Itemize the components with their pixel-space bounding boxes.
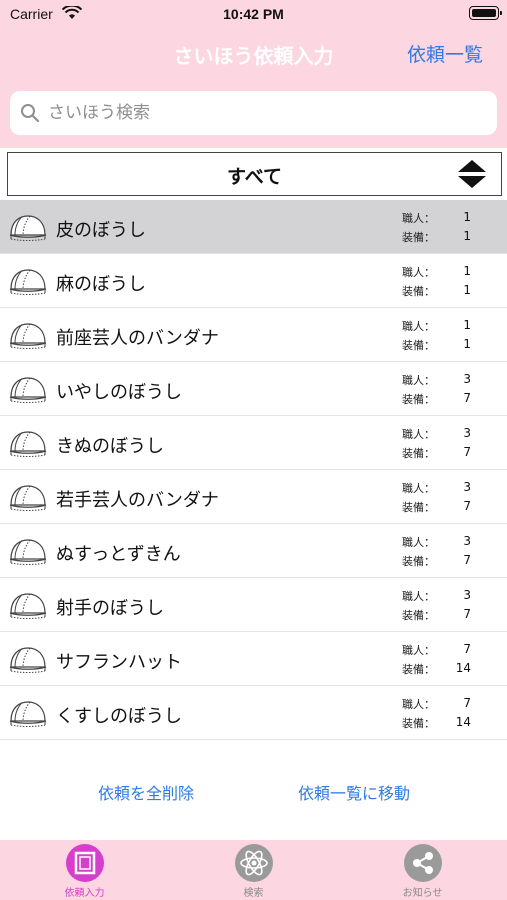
crafter-count: 1: [463, 264, 471, 278]
crafter-count: 3: [463, 534, 471, 548]
item-name: 前座芸人のバンダナ: [56, 328, 219, 349]
share-notice-icon: [404, 844, 442, 882]
item-name: ぬすっとずきん: [56, 544, 181, 565]
crafter-count: 3: [463, 480, 471, 494]
item-name: サフランハット: [56, 652, 182, 673]
tab-notices[interactable]: お知らせ: [338, 840, 507, 900]
search-bar: [0, 78, 507, 148]
delete-all-button[interactable]: 依頼を全削除: [98, 780, 194, 804]
hat-icon: [9, 485, 47, 511]
item-name: くすしのぼうし: [56, 706, 182, 727]
equip-count: 7: [463, 499, 471, 513]
item-name: 皮のぼうし: [56, 220, 146, 241]
navigation-bar: さいほう依頼入力 依頼一覧: [0, 30, 507, 78]
hat-icon: [9, 377, 47, 403]
list-item[interactable]: きぬのぼうし 職人： 3 装備： 7: [0, 416, 507, 470]
crafter-count: 7: [463, 696, 471, 710]
hat-icon: [9, 701, 47, 727]
item-name: 麻のぼうし: [56, 274, 146, 295]
crafter-count: 7: [463, 642, 471, 656]
item-name: 若手芸人のバンダナ: [56, 490, 219, 511]
crafter-count: 3: [463, 426, 471, 440]
hat-icon: [9, 539, 47, 565]
search-input[interactable]: [48, 91, 488, 135]
equip-count: 7: [463, 391, 471, 405]
bottom-actions: 依頼を全削除 依頼一覧に移動: [0, 760, 507, 820]
filter-selected-value: すべて: [227, 166, 282, 188]
search-box[interactable]: [10, 91, 497, 135]
item-list: 皮のぼうし 職人： 1 装備： 1 麻のぼうし 職人： 1 装備： 1 前座芸人…: [0, 200, 507, 740]
crafter-count: 1: [463, 210, 471, 224]
list-item[interactable]: サフランハット 職人： 7 装備： 14: [0, 632, 507, 686]
search-icon: [21, 104, 40, 123]
hat-icon: [9, 269, 47, 295]
atom-search-icon: [235, 844, 273, 882]
crafter-count: 3: [463, 372, 471, 386]
equip-count: 1: [463, 283, 471, 297]
crafter-count: 3: [463, 588, 471, 602]
tab-label: 依頼入力: [64, 888, 105, 899]
list-item[interactable]: 射手のぼうし 職人： 3 装備： 7: [0, 578, 507, 632]
item-name: 射手のぼうし: [56, 598, 164, 619]
request-input-icon: [66, 844, 104, 882]
list-item[interactable]: ぬすっとずきん 職人： 3 装備： 7: [0, 524, 507, 578]
hat-icon: [9, 593, 47, 619]
item-name: いやしのぼうし: [56, 382, 182, 403]
hat-icon: [9, 647, 47, 673]
tab-search[interactable]: 検索: [169, 840, 338, 900]
list-item[interactable]: 麻のぼうし 職人： 1 装備： 1: [0, 254, 507, 308]
equip-count: 14: [455, 661, 471, 675]
hat-icon: [9, 431, 47, 457]
crafter-count: 1: [463, 318, 471, 332]
equip-count: 7: [463, 607, 471, 621]
list-item[interactable]: くすしのぼうし 職人： 7 装備： 14: [0, 686, 507, 740]
tab-bar: 依頼入力 検索 お知らせ: [0, 840, 507, 900]
hat-icon: [9, 215, 47, 241]
tab-label: 検索: [243, 888, 264, 899]
category-filter[interactable]: すべて: [7, 152, 502, 196]
equip-count: 14: [455, 715, 471, 729]
list-item[interactable]: いやしのぼうし 職人： 3 装備： 7: [0, 362, 507, 416]
equip-count: 7: [463, 553, 471, 567]
list-item[interactable]: 皮のぼうし 職人： 1 装備： 1: [0, 200, 507, 254]
list-item[interactable]: 若手芸人のバンダナ 職人： 3 装備： 7: [0, 470, 507, 524]
up-down-arrows-icon: [458, 160, 486, 188]
clock: 10:42 PM: [223, 6, 284, 22]
request-list-button[interactable]: 依頼一覧: [407, 40, 483, 67]
list-item[interactable]: 前座芸人のバンダナ 職人： 1 装備： 1: [0, 308, 507, 362]
equip-count: 1: [463, 337, 471, 351]
hat-icon: [9, 323, 47, 349]
tab-request-input[interactable]: 依頼入力: [0, 840, 169, 900]
item-name: きぬのぼうし: [56, 436, 164, 457]
go-to-request-list-button[interactable]: 依頼一覧に移動: [298, 780, 410, 804]
tab-label: お知らせ: [402, 888, 443, 899]
equip-count: 1: [463, 229, 471, 243]
battery-icon: [469, 6, 502, 20]
equip-count: 7: [463, 445, 471, 459]
status-bar: Carrier 10:42 PM: [0, 0, 507, 30]
